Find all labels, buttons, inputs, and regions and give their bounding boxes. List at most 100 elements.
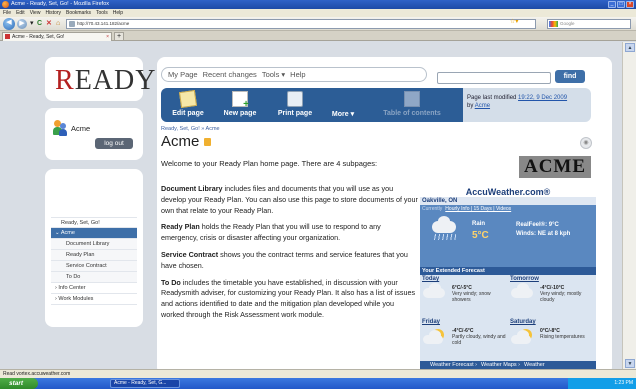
rss-star-icon[interactable]: ☆▾ — [510, 18, 518, 25]
site-search-input[interactable] — [437, 72, 551, 84]
sidebar-item-ready-set-go[interactable]: Ready, Set, Go! — [51, 217, 137, 228]
scroll-up-icon[interactable]: ▲ — [625, 43, 635, 52]
sidebar-item-service-contract[interactable]: Service Contract — [51, 261, 137, 272]
print-icon — [287, 91, 303, 107]
cloud-icon — [511, 283, 533, 298]
taskbar-item-firefox[interactable]: Acme - Ready, Set, G... — [110, 379, 180, 388]
nav-help[interactable]: Help — [290, 68, 305, 81]
firefox-icon — [2, 1, 9, 8]
last-modified-info: Page last modified 19:22, 9 Dec 2009 by … — [467, 95, 568, 109]
logo-panel: READY — [45, 57, 155, 101]
weather-link-bar[interactable]: Hourly Info | 15 Days | Videos — [445, 206, 511, 212]
rain-drops-icon — [432, 234, 456, 240]
page-toolbar: Edit page New page Print page More ▾ Tab… — [161, 88, 591, 122]
back-button[interactable]: ◀ — [3, 18, 15, 30]
weather-link[interactable]: Weather — [524, 361, 545, 369]
weather-brand[interactable]: AccuWeather.com® — [420, 187, 596, 197]
sidebar-item-ready-plan[interactable]: Ready Plan — [51, 250, 137, 261]
weather-maps-link[interactable]: Weather Maps › — [481, 361, 520, 369]
user-panel: Acme log out — [45, 108, 143, 160]
home-icon[interactable]: ⌂ — [56, 20, 60, 28]
start-button[interactable]: start — [0, 378, 38, 389]
menu-view[interactable]: View — [30, 9, 41, 17]
tab-close-icon[interactable]: × — [106, 33, 109, 41]
forecast-day-link[interactable]: Friday — [422, 319, 440, 325]
menu-history[interactable]: History — [45, 9, 61, 17]
forward-button[interactable]: ▶ — [17, 19, 27, 29]
sidebar-menu: Ready, Set, Go! ⌄ Acme Document Library … — [51, 217, 137, 305]
weather-footer: Weather Forecast › Weather Maps › Weathe… — [420, 361, 596, 369]
forecast-day-link[interactable]: Today — [422, 276, 439, 282]
snow-cloud-icon — [423, 283, 445, 298]
sidebar-panel: Ready, Set, Go! ⌄ Acme Document Library … — [45, 169, 143, 327]
forecast-saturday: Saturday 0°C/-8°C Rising temperatures — [508, 318, 594, 360]
forecast-day-link[interactable]: Tomorrow — [510, 276, 539, 282]
table-of-contents-button[interactable]: Table of contents — [367, 88, 457, 122]
ready-logo[interactable]: READY — [55, 65, 156, 97]
partly-cloudy-icon — [511, 330, 531, 344]
status-bar: Read vortex.accuweather.com — [0, 369, 636, 378]
logout-button[interactable]: log out — [95, 138, 133, 149]
stop-icon[interactable]: ✕ — [46, 20, 52, 28]
forecast-tomorrow: Tomorrow -4°C/-10°C Very windy; mostly c… — [510, 276, 582, 303]
breadcrumb[interactable]: Ready, Set, Go! » Acme — [161, 126, 220, 132]
tab-favicon-icon — [5, 34, 10, 39]
clock: 1:23 PM — [614, 380, 633, 386]
nav-my-page[interactable]: My Page — [168, 68, 198, 81]
print-page-button[interactable]: Print page — [269, 88, 321, 122]
url-bar[interactable]: http://70.43.141.182/acme — [66, 19, 536, 29]
weather-details: RealFeel®: 9°C Winds: NE at 8 kph — [516, 222, 571, 237]
rain-cloud-icon — [432, 216, 456, 233]
menu-edit[interactable]: Edit — [16, 9, 25, 17]
navigation-toolbar: ◀ ▶ ▾ C ✕ ⌂ http://70.43.141.182/acme ☆▾… — [0, 17, 636, 31]
author-link[interactable]: Acme — [475, 103, 490, 109]
sidebar-item-to-do[interactable]: To Do — [51, 272, 137, 283]
minimize-button[interactable]: _ — [608, 1, 616, 8]
forecast-grid: Today 6°C/-5°C Very windy; snow showers … — [420, 275, 596, 361]
menu-tools[interactable]: Tools — [96, 9, 108, 17]
url-text: http://70.43.141.182/acme — [77, 21, 130, 26]
google-icon — [549, 21, 558, 27]
window-controls: _ □ × — [608, 1, 634, 8]
nav-recent-changes[interactable]: Recent changes — [203, 68, 257, 81]
lock-icon — [204, 138, 212, 147]
current-condition: Rain — [472, 221, 486, 227]
windows-taskbar: start Acme - Ready, Set, G... 1:23 PM — [0, 378, 636, 389]
system-tray: 1:23 PM — [568, 378, 636, 389]
new-tab-button[interactable]: + — [114, 32, 124, 41]
sidebar-item-acme[interactable]: ⌄ Acme — [51, 228, 137, 239]
nav-tools[interactable]: Tools ▾ — [262, 68, 285, 81]
section-service-contract: Service Contract shows you the contract … — [161, 249, 408, 270]
new-page-button[interactable]: New page — [215, 88, 265, 122]
more-menu-button[interactable]: More ▾ — [325, 88, 361, 122]
find-button[interactable]: find — [555, 70, 585, 83]
search-placeholder: Google — [560, 21, 575, 26]
sidebar-item-info-center[interactable]: › Info Center — [51, 283, 137, 294]
sidebar-item-document-library[interactable]: Document Library — [51, 239, 137, 250]
rss-feed-icon[interactable]: ◉ — [580, 137, 592, 149]
menu-help[interactable]: Help — [113, 9, 123, 17]
maximize-button[interactable]: □ — [617, 1, 625, 8]
menubar: File Edit View History Bookmarks Tools H… — [0, 9, 636, 17]
tab-acme[interactable]: Acme - Ready, Set, Go! × — [2, 32, 112, 41]
edit-icon — [178, 89, 198, 109]
close-button[interactable]: × — [626, 1, 634, 8]
tab-strip: Acme - Ready, Set, Go! × + — [0, 31, 636, 41]
scroll-down-icon[interactable]: ▼ — [625, 359, 635, 368]
sidebar-item-work-modules[interactable]: › Work Modules — [51, 294, 137, 305]
dropdown-history-icon[interactable]: ▾ — [30, 20, 34, 28]
users-icon — [53, 120, 67, 136]
toolbar-actions: Edit page New page Print page More ▾ Tab… — [161, 88, 463, 122]
subpage-descriptions: Document Library includes files and docu… — [161, 184, 419, 327]
search-bar[interactable]: Google ⌕ — [547, 19, 631, 29]
last-modified-link[interactable]: 19:22, 9 Dec 2009 — [518, 95, 567, 101]
vertical-scrollbar[interactable]: ▲ ▼ — [622, 42, 636, 369]
reload-icon[interactable]: C — [37, 20, 42, 28]
weather-forecast-link[interactable]: Weather Forecast › — [430, 361, 477, 369]
menu-bookmarks[interactable]: Bookmarks — [66, 9, 91, 17]
page-viewport: READY Acme log out Ready, Set, Go! ⌄ Acm… — [0, 42, 622, 369]
edit-page-button[interactable]: Edit page — [165, 88, 211, 122]
top-navigation: My Page Recent changes Tools ▾ Help — [161, 67, 427, 82]
forecast-day-link[interactable]: Saturday — [510, 319, 536, 325]
menu-file[interactable]: File — [3, 9, 11, 17]
